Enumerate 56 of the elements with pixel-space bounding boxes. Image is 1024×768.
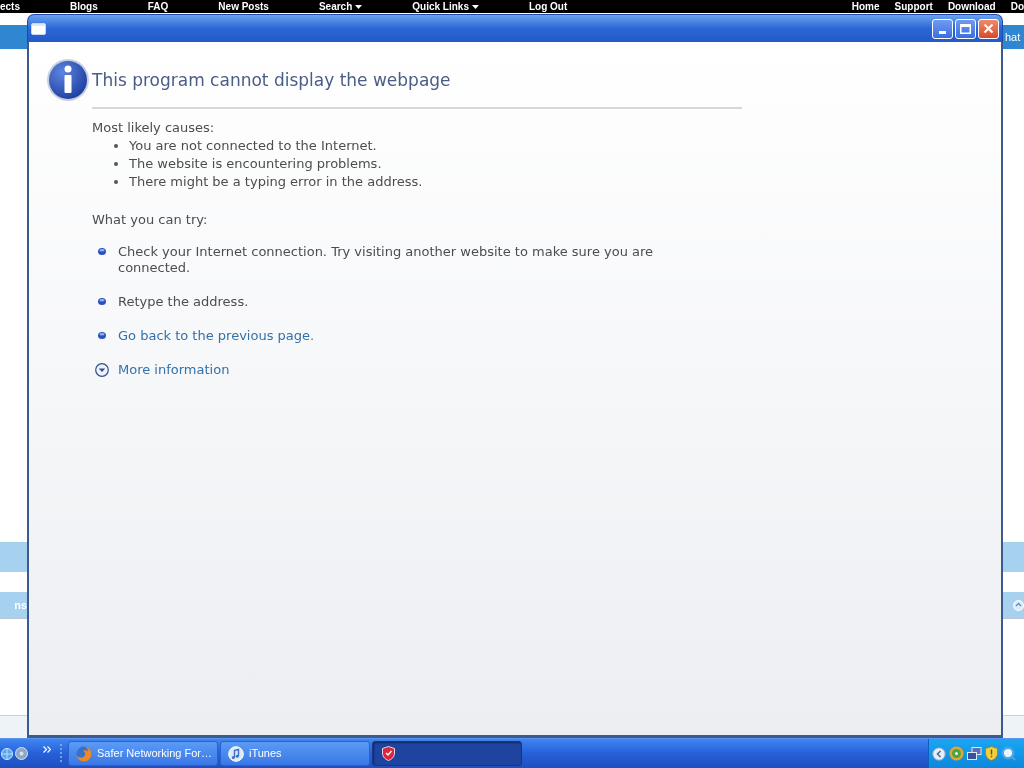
close-icon: [983, 23, 994, 34]
nav-link[interactable]: Do: [1010, 0, 1024, 13]
cause-text: There might be a typing error in the address.: [129, 173, 423, 191]
section-band: [1003, 542, 1024, 572]
bullet-icon: [98, 332, 106, 339]
bullet-icon: [114, 162, 118, 166]
nav-link[interactable]: Search: [318, 0, 363, 13]
disc-icon[interactable]: [15, 747, 28, 760]
shield-alert-icon[interactable]: [985, 746, 998, 761]
magnifier-icon[interactable]: [1001, 746, 1016, 761]
maximize-icon: [960, 23, 971, 34]
nav-link[interactable]: Support: [894, 0, 933, 13]
cause-text: The website is encountering problems.: [129, 155, 382, 173]
header-title: hat: [1005, 30, 1021, 44]
grip-icon[interactable]: [59, 742, 63, 765]
footer-band: [0, 716, 27, 738]
computers-icon[interactable]: [967, 746, 982, 761]
minimize-button[interactable]: [932, 18, 953, 39]
bullet-icon: [98, 298, 106, 305]
minimize-icon: [939, 30, 946, 34]
caret-icon: [355, 4, 363, 9]
error-heading: This program cannot display the webpage: [92, 69, 451, 91]
nav-link[interactable]: Quick Links: [412, 0, 479, 13]
suggestions-title: What you can try:: [92, 211, 208, 229]
nav-link[interactable]: ects: [0, 0, 20, 13]
cause-text: You are not connected to the Internet.: [129, 137, 377, 155]
nav-link[interactable]: New Posts: [218, 0, 269, 13]
close-button[interactable]: [978, 18, 999, 39]
bullet-icon: [98, 248, 106, 255]
nav-link[interactable]: Blogs: [70, 0, 98, 13]
more-information-link[interactable]: More information: [95, 362, 230, 378]
nav-link[interactable]: Log Out: [529, 0, 568, 13]
info-icon: [46, 57, 90, 103]
nav-link[interactable]: FAQ: [147, 0, 169, 13]
bullet-icon: [114, 144, 118, 148]
footer-band: [1003, 716, 1024, 738]
collapse-icon[interactable]: [1013, 599, 1024, 611]
back-link[interactable]: Go back to the previous page.: [118, 328, 315, 344]
section-title: ns: [14, 598, 27, 612]
window-icon[interactable]: [31, 22, 46, 35]
suggestion-text: Retype the address.: [118, 294, 250, 310]
music-note-icon: [228, 745, 244, 762]
shield-icon: [382, 746, 395, 761]
nav-link[interactable]: Home: [851, 0, 880, 13]
taskbar-button[interactable]: [372, 741, 522, 766]
maximize-button[interactable]: [955, 18, 976, 39]
suggestion-text: Check your Internet connection. Try visiting another website to make sure you are connected.: [118, 244, 655, 276]
section-band: [0, 542, 27, 572]
caret-icon: [472, 4, 479, 9]
chevrons-right-icon[interactable]: [43, 746, 51, 753]
globe-icon: [76, 745, 92, 762]
globe-icon[interactable]: [1, 746, 13, 761]
header-band: [0, 25, 27, 49]
causes-title: Most likely causes:: [92, 119, 215, 137]
bullet-icon: [114, 180, 118, 184]
nav-link[interactable]: Download: [947, 0, 996, 13]
